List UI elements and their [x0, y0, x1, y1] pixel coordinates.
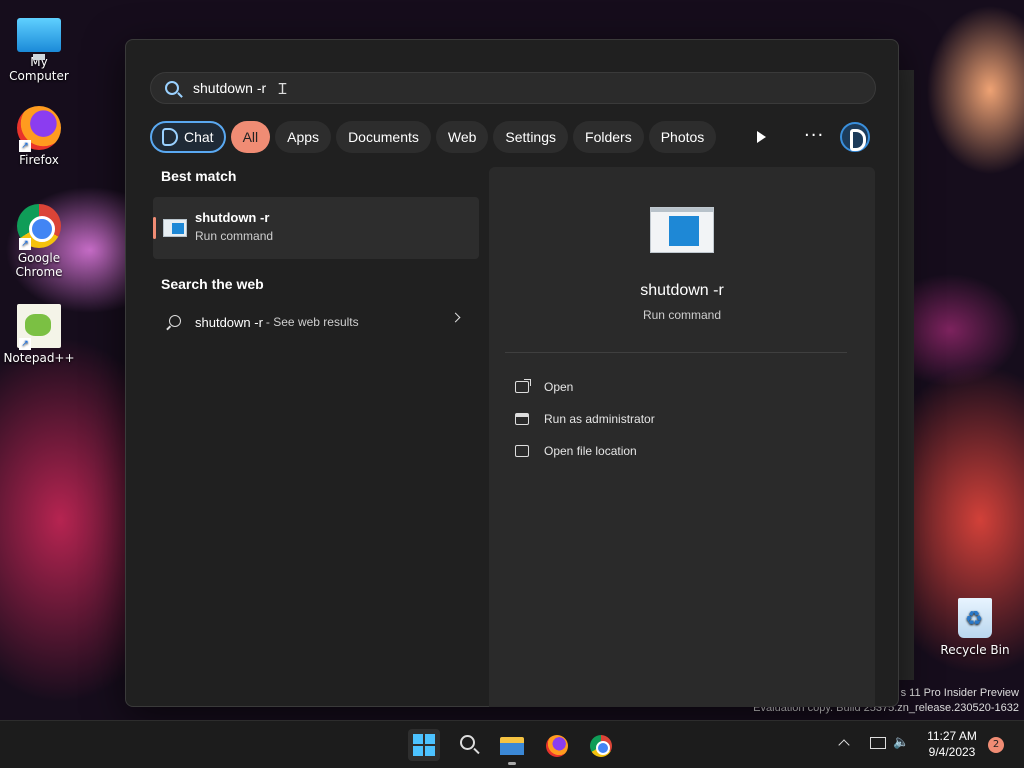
best-match-heading: Best match [161, 168, 237, 184]
taskbar-chrome[interactable] [584, 729, 616, 761]
preview-title: shutdown -r [640, 282, 724, 299]
chrome-icon [590, 735, 612, 757]
tab-apps[interactable]: Apps [275, 121, 332, 153]
chevron-right-icon [450, 312, 461, 323]
volume-icon[interactable]: 🔈 [893, 735, 909, 750]
action-run-as-admin[interactable]: Run as administrator [515, 403, 655, 435]
result-preview-pane: shutdown -r Run command Open Run as admi… [489, 167, 875, 707]
folder-icon [500, 737, 524, 755]
running-indicator [508, 762, 516, 765]
shortcut-arrow-icon: ↗ [19, 140, 31, 152]
firefox-icon [546, 735, 568, 757]
folder-icon [515, 445, 529, 457]
run-command-icon [163, 219, 187, 237]
desktop-icon-notepad[interactable]: ↗ Notepad++ [0, 304, 78, 365]
action-label: Open file location [544, 444, 637, 458]
best-match-result[interactable]: shutdown -r Run command [153, 197, 479, 259]
desktop-icon-label: Google Chrome [15, 251, 63, 279]
windows-logo-icon [413, 746, 423, 756]
more-options-icon[interactable]: ··· [804, 125, 824, 146]
web-search-heading: Search the web [161, 276, 264, 292]
firefox-icon: ↗ [17, 106, 61, 152]
action-label: Open [544, 380, 574, 394]
search-box[interactable]: Ｉ [150, 72, 876, 104]
desktop-icon-label: Notepad++ [3, 351, 75, 365]
action-label: Run as administrator [544, 412, 655, 426]
search-icon [165, 81, 179, 95]
bing-icon[interactable] [840, 122, 870, 152]
open-external-icon [515, 379, 531, 393]
play-icon[interactable] [757, 131, 766, 143]
desktop-icon-recycle-bin[interactable]: Recycle Bin [940, 598, 1010, 657]
tab-folders[interactable]: Folders [573, 121, 644, 153]
search-input[interactable] [193, 80, 273, 96]
shortcut-arrow-icon: ↗ [19, 238, 31, 250]
windows-logo-icon [425, 746, 435, 756]
chevron-up-icon[interactable] [838, 739, 850, 751]
chrome-icon: ↗ [17, 204, 61, 250]
results-list: Best match shutdown -r Run command Searc… [153, 168, 479, 337]
computer-icon [17, 18, 61, 60]
text-cursor-icon: Ｉ [275, 79, 291, 98]
search-icon [460, 735, 475, 750]
taskbar-file-explorer[interactable] [496, 729, 528, 765]
start-button[interactable] [408, 729, 440, 761]
web-query: shutdown -r [195, 314, 263, 330]
desktop-icon-firefox[interactable]: ↗ Firefox [0, 106, 78, 167]
desktop-icon-chrome[interactable]: ↗ Google Chrome [0, 204, 78, 279]
recycle-bin-icon [958, 598, 992, 638]
taskbar-search-button[interactable] [452, 729, 484, 761]
admin-shield-icon [515, 413, 529, 425]
action-open-file-location[interactable]: Open file location [515, 435, 655, 467]
windows-logo-icon [425, 734, 435, 744]
taskbar: 🔈 11:27 AM 9/4/2023 2 [0, 720, 1024, 768]
tab-settings[interactable]: Settings [493, 121, 569, 153]
tab-documents[interactable]: Documents [336, 121, 431, 153]
windows-logo-icon [413, 734, 423, 744]
desktop-icon-label: Recycle Bin [940, 643, 1010, 657]
clock-date: 9/4/2023 [928, 745, 976, 759]
result-name: shutdown -r [195, 210, 270, 225]
tab-web[interactable]: Web [435, 121, 489, 153]
clock-time: 11:27 AM [927, 729, 977, 743]
network-icon[interactable] [870, 737, 886, 749]
preview-type: Run command [642, 308, 722, 322]
preview-actions: Open Run as administrator Open file loca… [515, 371, 655, 467]
desktop-icon-label: Firefox [19, 153, 59, 167]
shortcut-arrow-icon: ↗ [19, 338, 31, 350]
divider [505, 352, 847, 353]
taskbar-clock[interactable]: 11:27 AM 9/4/2023 [918, 728, 986, 760]
notification-badge[interactable]: 2 [988, 737, 1004, 753]
start-search-panel: Ｉ Chat All Apps Documents Web Settings F… [125, 39, 899, 707]
result-type: Run command [195, 229, 274, 243]
filter-tabs: Chat All Apps Documents Web Settings Fol… [150, 121, 717, 153]
tab-chat[interactable]: Chat [150, 121, 226, 153]
taskbar-firefox[interactable] [540, 729, 572, 761]
notepad-icon: ↗ [17, 304, 61, 350]
web-suffix: - See web results [265, 315, 359, 329]
tab-all[interactable]: All [230, 121, 271, 153]
bing-chat-icon [162, 128, 178, 146]
web-search-result[interactable]: shutdown -r - See web results [153, 307, 479, 337]
desktop-icon-my-computer[interactable]: My Computer [0, 10, 78, 83]
tab-photos[interactable]: Photos [648, 121, 717, 153]
tab-label: Chat [184, 129, 214, 145]
run-command-icon [650, 207, 714, 253]
background-window-edge[interactable] [898, 70, 914, 680]
search-icon [169, 315, 181, 327]
action-open[interactable]: Open [515, 371, 655, 403]
